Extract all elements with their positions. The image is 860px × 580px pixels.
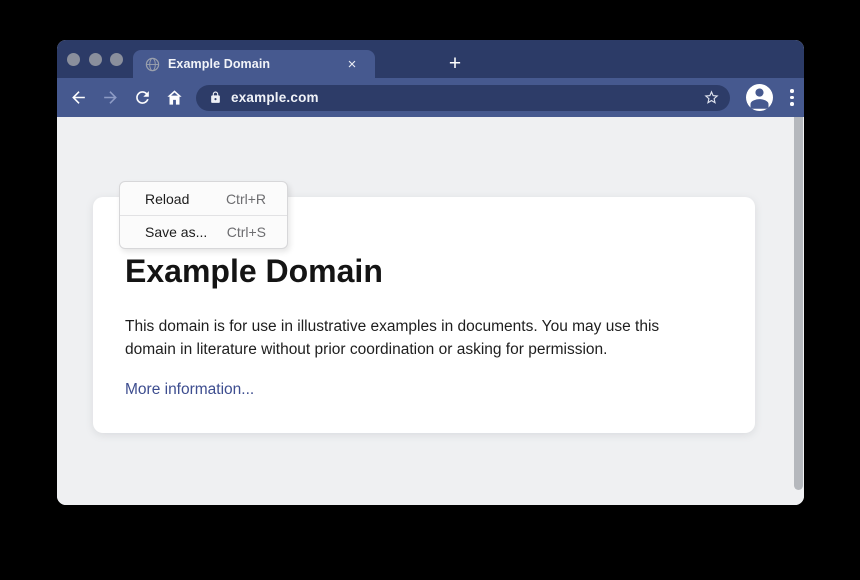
traffic-lights <box>67 53 123 66</box>
menu-item-shortcut: Ctrl+S <box>227 224 266 240</box>
close-window-button[interactable] <box>67 53 80 66</box>
browser-tab[interactable]: Example Domain × <box>133 50 375 78</box>
star-icon <box>703 89 720 106</box>
bookmark-star-button[interactable] <box>700 87 722 109</box>
context-menu: Reload Ctrl+R Save as... Ctrl+S <box>119 181 288 249</box>
reload-button[interactable] <box>130 85 155 110</box>
minimize-window-button[interactable] <box>89 53 102 66</box>
menu-item-label: Save as... <box>145 224 207 240</box>
avatar-icon <box>746 84 773 111</box>
tab-title: Example Domain <box>168 57 343 71</box>
reload-icon <box>133 88 152 107</box>
back-button[interactable] <box>66 85 91 110</box>
home-icon <box>165 88 184 107</box>
tab-favicon-globe-icon <box>145 57 160 72</box>
url-text[interactable]: example.com <box>231 90 700 105</box>
lock-icon <box>209 91 222 104</box>
context-menu-item-save-as[interactable]: Save as... Ctrl+S <box>120 215 287 248</box>
new-tab-button[interactable]: + <box>441 50 469 78</box>
screenshot-stage: Example Domain × + exampl <box>0 0 860 580</box>
kebab-menu-icon <box>790 89 794 93</box>
forward-button[interactable] <box>98 85 123 110</box>
profile-avatar-button[interactable] <box>746 84 773 111</box>
menu-item-label: Reload <box>145 191 189 207</box>
titlebar: Example Domain × + <box>57 40 804 78</box>
tab-close-icon[interactable]: × <box>343 55 361 73</box>
page-title: Example Domain <box>125 253 719 290</box>
more-information-link[interactable]: More information... <box>125 381 254 399</box>
address-bar[interactable]: example.com <box>196 85 730 111</box>
browser-menu-button[interactable] <box>783 86 801 110</box>
context-menu-item-reload[interactable]: Reload Ctrl+R <box>120 182 287 215</box>
menu-item-shortcut: Ctrl+R <box>226 191 266 207</box>
maximize-window-button[interactable] <box>110 53 123 66</box>
page-paragraph: This domain is for use in illustrative e… <box>125 316 711 361</box>
back-icon <box>69 88 88 107</box>
home-button[interactable] <box>162 85 187 110</box>
scrollbar[interactable] <box>794 117 803 490</box>
browser-toolbar: example.com <box>57 78 804 117</box>
forward-icon <box>101 88 120 107</box>
browser-window: Example Domain × + exampl <box>57 40 804 505</box>
page-content: Example Domain This domain is for use in… <box>57 117 804 505</box>
